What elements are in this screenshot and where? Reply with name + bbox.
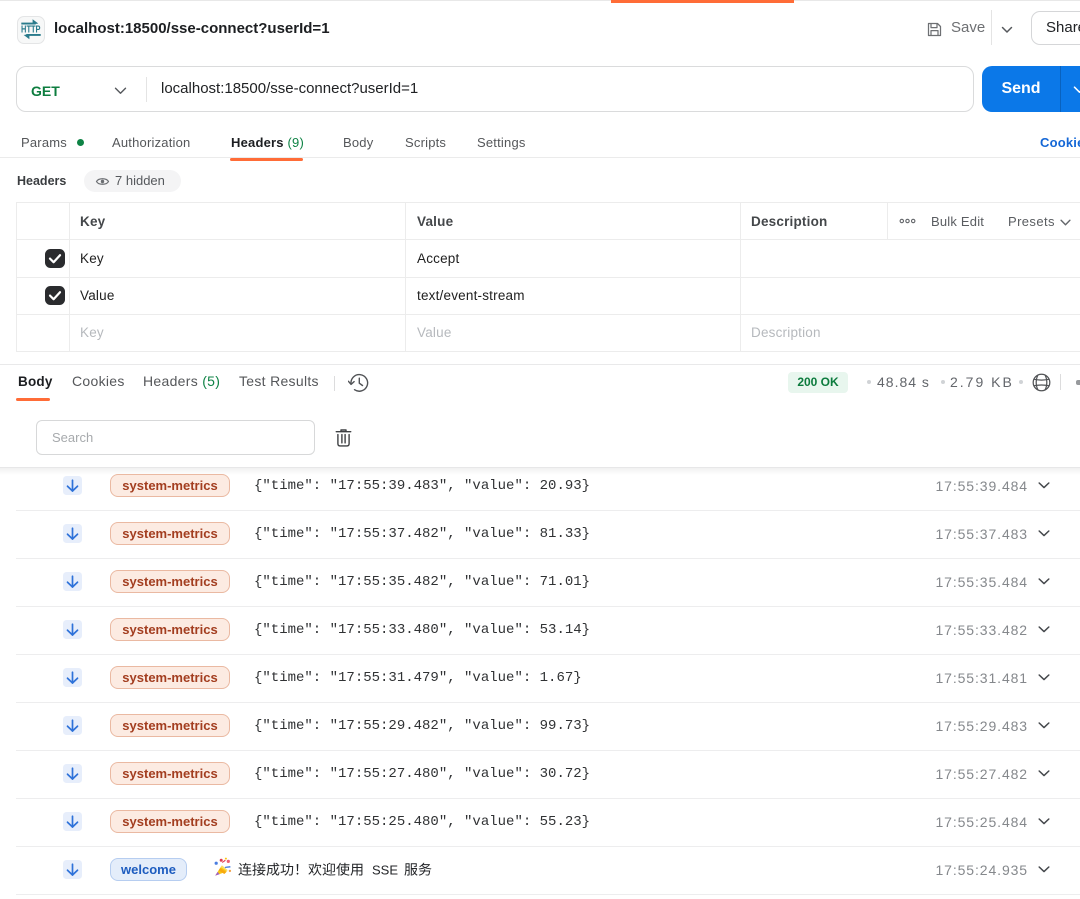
svg-text:HTTP: HTTP — [21, 25, 41, 36]
svg-text:SSE: SSE — [372, 863, 398, 878]
